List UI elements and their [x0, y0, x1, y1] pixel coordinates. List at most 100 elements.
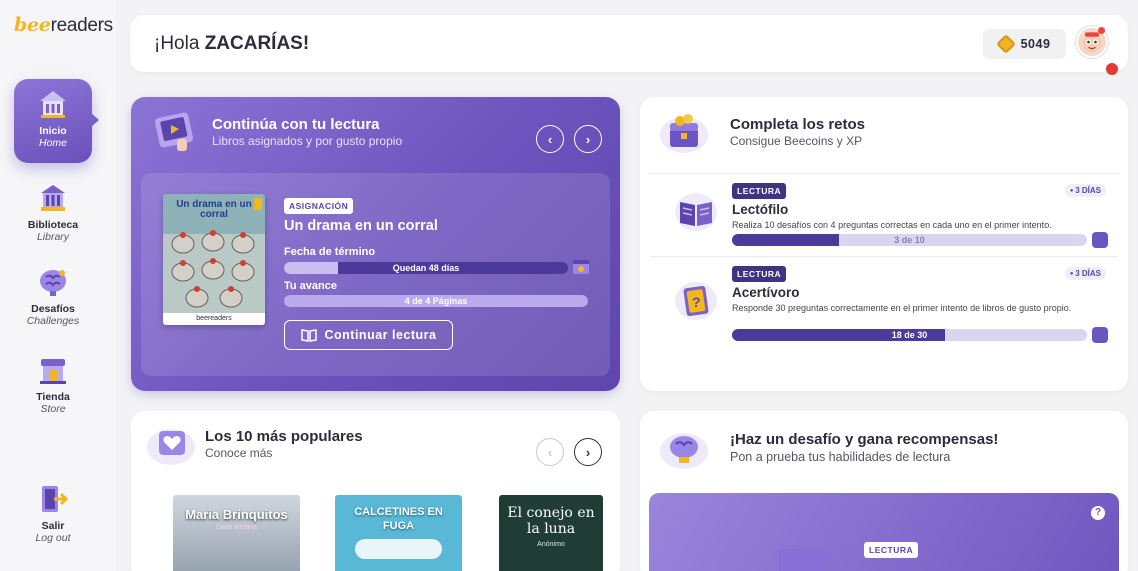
challenge-progress-bar: 18 de 30 — [732, 329, 1087, 341]
popular-books-card: Los 10 más populares Conoce más ‹ › Mari… — [131, 411, 620, 571]
book-cover[interactable]: Un drama en un corral beereaders — [163, 194, 265, 325]
greeting: ¡Hola ZACARÍAS! — [154, 33, 310, 54]
cover-brand: beereaders — [163, 313, 265, 325]
brain-icon — [40, 270, 66, 296]
reading-book-panel: Un drama en un corral beereaders ASIGNAC… — [141, 173, 610, 376]
username: ZACARÍAS! — [204, 33, 310, 54]
reading-next-button[interactable]: › — [574, 125, 602, 153]
bee-reward-icon — [1092, 327, 1108, 343]
challenge-tag: LECTURA — [732, 266, 787, 282]
help-icon[interactable]: ? — [1091, 506, 1105, 520]
popular-book-cover[interactable]: Maria Brinquitos Dalia Medina — [173, 495, 300, 571]
sidebar-item-sublabel: Home — [38, 137, 67, 149]
sidebar-item-label: Inicio — [39, 125, 67, 137]
sidebar-item-sublabel: Challenges — [26, 315, 80, 327]
challenge-progress-text: 3 de 10 — [894, 235, 925, 245]
book-stack-icon — [779, 549, 829, 571]
open-book-icon — [675, 193, 717, 231]
reading-section-subtitle: Libros asignados y por gusto propio — [212, 134, 403, 148]
popular-book-cover[interactable]: El conejo en la luna Anónimo — [499, 495, 603, 571]
sidebar-item-sublabel: Library — [36, 231, 70, 243]
open-book-icon — [300, 329, 317, 342]
beecoin-icon — [995, 34, 1016, 54]
popular-prev-button[interactable]: ‹ — [536, 438, 564, 466]
bookmark-icon — [254, 198, 262, 210]
promo-subtitle: Pon a prueba tus habilidades de lectura — [730, 450, 951, 464]
challenge-progress-bar: 3 de 10 — [732, 234, 1087, 246]
notification-dot — [1098, 27, 1105, 34]
popular-subtitle: Conoce más — [205, 446, 273, 460]
reading-section-title: Continúa con tu lectura — [212, 116, 380, 133]
reading-progress-text: 4 de 4 Páginas — [404, 296, 468, 306]
promo-title: ¡Haz un desafío y gana recompensas! — [730, 431, 999, 448]
challenge-promo-card: ¡Haz un desafío y gana recompensas! Pon … — [640, 411, 1128, 571]
challenge-item[interactable]: LECTURA 3 DÍAS Lectófilo Realiza 10 desa… — [650, 173, 1118, 256]
popular-next-button[interactable]: › — [574, 438, 602, 466]
sidebar-item-label: Biblioteca — [27, 219, 79, 231]
sidebar-item-challenges[interactable]: Desafíos Challenges — [14, 265, 92, 327]
due-date-label: Fecha de término — [284, 246, 376, 258]
challenges-title: Completa los retos — [730, 116, 866, 133]
challenge-promo-panel[interactable]: ? LECTURA — [649, 493, 1119, 571]
book-title: Un drama en un corral — [284, 218, 438, 234]
bee-reward-icon — [1092, 232, 1108, 248]
challenge-days-badge: 3 DÍAS — [1064, 184, 1106, 197]
sidebar-item-library[interactable]: Biblioteca Library — [14, 181, 92, 243]
svg-text:?: ? — [692, 294, 701, 310]
challenge-description: Realiza 10 desafíos con 4 preguntas corr… — [732, 220, 1052, 230]
brain-trophy-icon — [660, 433, 708, 469]
store-icon — [40, 359, 66, 384]
continue-reading-card: Continúa con tu lectura Libros asignados… — [131, 97, 620, 391]
challenge-description: Responde 30 preguntas correctamente en e… — [732, 303, 1072, 313]
cover-title: Un drama en un corral — [176, 199, 252, 220]
heart-book-icon — [147, 429, 195, 465]
challenge-name: Acertívoro — [732, 285, 800, 300]
reading-tablet-icon — [154, 112, 194, 151]
sidebar-item-label: Tienda — [36, 391, 70, 403]
reading-progress-bar: 4 de 4 Páginas — [284, 295, 588, 307]
challenge-item[interactable]: ? LECTURA 3 DÍAS Acertívoro Responde 30 … — [650, 256, 1118, 351]
popular-book-title: CALCETINES EN FUGA — [354, 506, 443, 532]
continue-reading-button[interactable]: Continuar lectura — [284, 320, 453, 350]
chickens-illustration — [171, 230, 255, 308]
challenge-name: Lectófilo — [732, 202, 789, 217]
due-date-bar: Quedan 48 días — [284, 262, 568, 274]
beecoins-counter[interactable]: 5049 — [983, 29, 1066, 59]
sidebar-item-logout[interactable]: Salir Log out — [14, 482, 92, 544]
beecoins-value: 5049 — [1020, 37, 1051, 51]
popular-book-author: Anónimo — [537, 541, 565, 548]
continue-reading-label: Continuar lectura — [324, 328, 437, 342]
popular-book-title: El conejo en la luna — [507, 505, 595, 537]
promo-tag: LECTURA — [864, 542, 919, 558]
top-header: ¡Hola ZACARÍAS! 5049 — [130, 15, 1128, 75]
challenges-card: Completa los retos Consigue Beecoins y X… — [640, 97, 1128, 391]
beereaders-logo[interactable]: beereaders — [14, 14, 113, 37]
logout-icon — [42, 486, 69, 512]
sidebar-item-home[interactable]: Inicio Home — [14, 79, 99, 163]
sidebar-item-label: Salir — [41, 520, 65, 532]
reading-prev-button[interactable]: ‹ — [536, 125, 564, 153]
sidebar-item-label: Desafíos — [31, 303, 75, 315]
sidebar-item-store[interactable]: Tienda Store — [14, 353, 92, 415]
sidebar-item-sublabel: Store — [40, 403, 66, 415]
treasure-chest-icon — [660, 114, 708, 153]
popular-book-cover[interactable]: CALCETINES EN FUGA — [335, 495, 462, 571]
sidebar-item-sublabel: Log out — [35, 532, 71, 544]
sidebar: beereaders Inicio Home Biblioteca Librar… — [0, 0, 116, 571]
home-icon — [40, 91, 66, 118]
due-date-text: Quedan 48 días — [392, 263, 460, 273]
popular-book-author: Dalia Medina — [216, 524, 257, 531]
cloud-illustration — [355, 539, 442, 559]
popular-book-title: Maria Brinquitos — [185, 507, 288, 522]
challenge-days-badge: 3 DÍAS — [1064, 267, 1106, 280]
mouse-cursor-icon — [1106, 63, 1118, 75]
challenges-subtitle: Consigue Beecoins y XP — [730, 134, 863, 148]
assignment-tag: ASIGNACIÓN — [284, 198, 354, 214]
progress-label: Tu avance — [284, 280, 337, 292]
question-card-icon: ? — [675, 282, 717, 320]
popular-title: Los 10 más populares — [205, 428, 363, 445]
challenge-tag: LECTURA — [732, 183, 787, 199]
challenge-progress-text: 18 de 30 — [891, 330, 928, 340]
calendar-bee-icon — [573, 260, 589, 274]
library-icon — [41, 185, 65, 211]
